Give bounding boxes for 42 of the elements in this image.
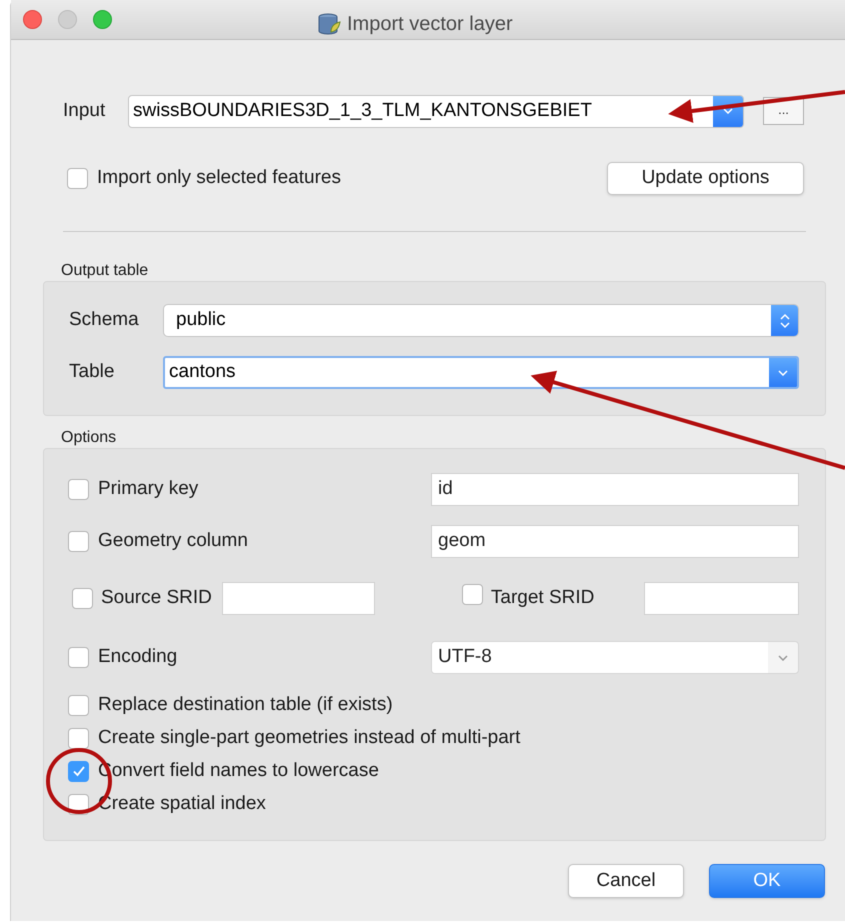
text-field[interactable]: id xyxy=(431,473,799,506)
chevron-down-icon xyxy=(778,654,788,660)
text-field[interactable]: geom xyxy=(431,525,799,558)
field-label: Primary key xyxy=(98,477,198,502)
field-label: Schema xyxy=(69,308,140,332)
checkbox[interactable] xyxy=(68,694,89,716)
checkmark-icon xyxy=(72,764,86,778)
checkbox[interactable] xyxy=(68,479,89,500)
field-label: Geometry column xyxy=(98,529,248,554)
close-button[interactable] xyxy=(23,10,42,29)
window-title: Import vector layer xyxy=(347,12,513,37)
field-label: Replace destination table (if exists) xyxy=(98,692,393,717)
chevron-down-icon xyxy=(778,370,788,376)
field-label: Import only selected features xyxy=(97,166,341,190)
cancel-button[interactable]: Cancel xyxy=(568,864,684,898)
database-icon xyxy=(317,12,341,36)
checkbox[interactable] xyxy=(68,728,89,748)
table-combo-box[interactable]: cantons xyxy=(163,356,799,389)
field-label: Create single-part geometries instead of multi-part xyxy=(98,726,520,750)
input-combo-box[interactable]: swissBOUNDARIES3D_1_3_TLM_KANTONSGEBIET xyxy=(128,94,744,128)
group-title: Options xyxy=(61,429,116,447)
checkbox[interactable] xyxy=(68,647,89,668)
checkbox[interactable] xyxy=(68,760,89,782)
field-label: Table xyxy=(69,360,116,384)
encoding-select[interactable]: UTF-8 xyxy=(431,641,799,674)
field-label: Encoding xyxy=(98,645,178,670)
field-label: Input xyxy=(63,98,106,123)
checkbox[interactable] xyxy=(68,531,89,552)
checkbox[interactable] xyxy=(67,168,88,189)
checkbox[interactable] xyxy=(462,584,483,605)
group-title: Output table xyxy=(61,262,148,280)
minimize-button[interactable] xyxy=(58,10,77,29)
schema-combo-box[interactable]: public xyxy=(163,304,799,337)
zoom-button[interactable] xyxy=(93,10,112,29)
chevron-down-icon xyxy=(723,108,733,114)
text-field[interactable] xyxy=(222,582,375,615)
checkbox[interactable] xyxy=(72,588,93,609)
text-field[interactable] xyxy=(644,582,799,615)
up-down-chevron-icon xyxy=(780,312,790,328)
update-options-button[interactable]: Update options xyxy=(607,162,804,195)
field-label: Source SRID xyxy=(101,586,212,610)
field-label: Target SRID xyxy=(490,586,594,610)
